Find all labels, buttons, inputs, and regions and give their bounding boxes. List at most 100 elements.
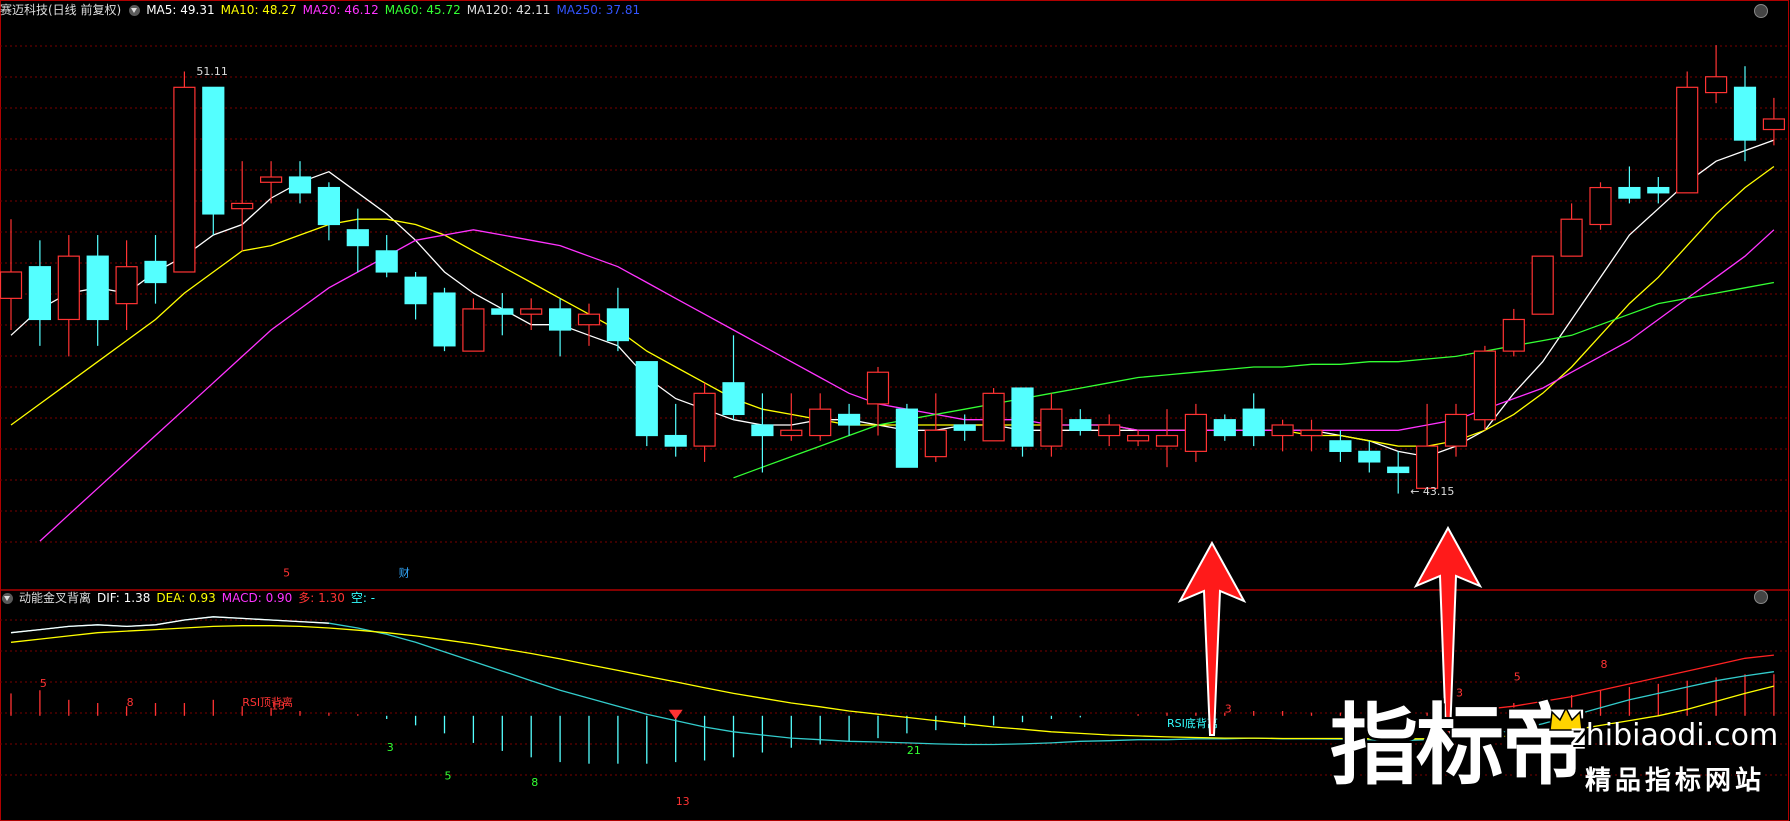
candle-body	[1184, 413, 1208, 452]
candle-body	[433, 292, 456, 347]
candle-body	[1733, 86, 1757, 141]
indicator-label: 5	[40, 677, 47, 690]
candle-body	[664, 434, 687, 447]
candle-body	[722, 382, 745, 416]
candle-body	[693, 392, 716, 447]
candle-body	[635, 361, 658, 437]
candle-body	[1762, 118, 1786, 131]
candle-body	[57, 255, 80, 321]
candle-body	[1704, 76, 1728, 94]
candle-body	[1358, 450, 1381, 463]
candle-body	[1155, 434, 1179, 447]
candle-body	[1618, 186, 1641, 199]
arrow-icon	[1177, 540, 1247, 736]
candle-body	[1531, 255, 1554, 315]
price-annotation: 财	[399, 566, 410, 580]
candle-body	[115, 266, 138, 305]
candle-body	[404, 276, 427, 305]
candle-body	[1271, 424, 1294, 437]
candle-body	[1647, 186, 1670, 194]
candle-body	[28, 266, 51, 321]
dif-line-white	[10, 616, 329, 634]
candle-body	[548, 308, 572, 331]
candle-body	[520, 308, 543, 315]
candle-body	[1213, 419, 1236, 437]
candle-body	[346, 229, 369, 247]
dropdown-icon[interactable]	[129, 4, 141, 16]
indicator-header: 动能金叉背离 DIF: 1.38 DEA: 0.93 MACD: 0.90 多: 1.…	[0, 588, 387, 608]
indicator-label: 8	[1601, 658, 1608, 671]
price-annotation: 5	[283, 567, 290, 580]
indicator-label: 13	[676, 795, 690, 808]
indicator-label: 5	[1514, 671, 1521, 684]
candle-body	[1069, 419, 1092, 431]
candle-body	[1560, 218, 1583, 257]
ma-legend: MA5: 49.31 MA10: 48.27 MA20: 46.12 MA60: 45…	[146, 0, 646, 20]
indicator-label: RSI顶背离	[242, 695, 293, 709]
candle-body	[895, 408, 919, 468]
ma-legend-item-2: MA20: 46.12	[302, 3, 379, 17]
candle-body	[1502, 318, 1525, 352]
watermark-slogan: 精品指标网站	[1585, 766, 1766, 796]
indicator-label: 21	[907, 744, 921, 757]
candle-body	[1387, 466, 1410, 474]
ma-line-MA5	[10, 139, 1775, 458]
candle-body	[606, 308, 630, 342]
indicator-legend-item-0: DIF: 1.38	[97, 591, 151, 605]
candle-body	[1473, 350, 1497, 421]
indicator-label: 3	[1225, 703, 1232, 716]
dropdown-icon[interactable]	[2, 592, 13, 604]
candle-body	[375, 250, 398, 273]
price-annotation: 51.11	[196, 65, 228, 78]
candle-body	[173, 86, 196, 273]
indicator-legend: DIF: 1.38 DEA: 0.93 MACD: 0.90 多: 1.30 空: -	[97, 588, 381, 608]
candle-body	[0, 271, 23, 299]
candle-body	[1011, 387, 1034, 447]
indicator-legend-item-3: 多: 1.30	[298, 591, 345, 605]
candle-body	[982, 392, 1005, 442]
signal-marker-icon	[668, 709, 683, 720]
candle-body	[577, 313, 601, 326]
indicator-label: 3	[387, 741, 394, 754]
price-annotation: ← 43.15	[1410, 485, 1454, 498]
candle-body	[144, 260, 167, 284]
candle-body	[837, 413, 861, 426]
candle-body	[1040, 408, 1063, 447]
indicator-legend-item-2: MACD: 0.90	[221, 591, 293, 605]
candle-body	[1329, 440, 1352, 452]
candle-body	[1126, 434, 1150, 442]
window-control-icon[interactable]	[1754, 590, 1768, 604]
indicator-label: 8	[531, 776, 538, 789]
indicator-label: 5	[445, 770, 452, 783]
candle-body	[924, 429, 947, 458]
candle-body	[1415, 445, 1439, 489]
ma-line-MA20	[39, 229, 1775, 542]
stock-title: 赛迈科技(日线 前复权)	[0, 3, 122, 17]
watermark-url: zhibiaodi.com	[1570, 718, 1779, 753]
indicator-title: 动能金叉背离	[19, 591, 92, 605]
candle-body	[1300, 429, 1323, 437]
candle-body	[202, 86, 225, 215]
candle-body	[317, 186, 340, 226]
ma-legend-item-4: MA120: 42.11	[466, 3, 551, 17]
window-control-icon[interactable]	[1754, 4, 1768, 18]
indicator-legend-item-1: DEA: 0.93	[156, 591, 216, 605]
candle-body	[953, 424, 976, 431]
indicator-label: 8	[127, 696, 134, 709]
ma-legend-item-5: MA250: 37.81	[556, 3, 641, 17]
candle-body	[809, 408, 832, 437]
candle-body	[231, 202, 254, 210]
candle-body	[260, 176, 283, 183]
candle-body	[1098, 424, 1121, 437]
indicator-label: 13	[271, 699, 285, 712]
ma-legend-item-1: MA10: 48.27	[220, 3, 297, 17]
main-header: 赛迈科技(日线 前复权) MA5: 49.31 MA10: 48.27 MA20: …	[0, 0, 652, 20]
candle-body	[1242, 408, 1265, 437]
candle-body	[1676, 86, 1699, 194]
indicator-legend-item-4: 空: -	[350, 591, 376, 605]
ma-line-MA60	[733, 281, 1775, 479]
ma-legend-item-0: MA5: 49.31	[146, 3, 215, 17]
candle-body	[866, 371, 890, 405]
ma-legend-item-3: MA60: 45.72	[384, 3, 461, 17]
candle-body	[1589, 186, 1612, 226]
